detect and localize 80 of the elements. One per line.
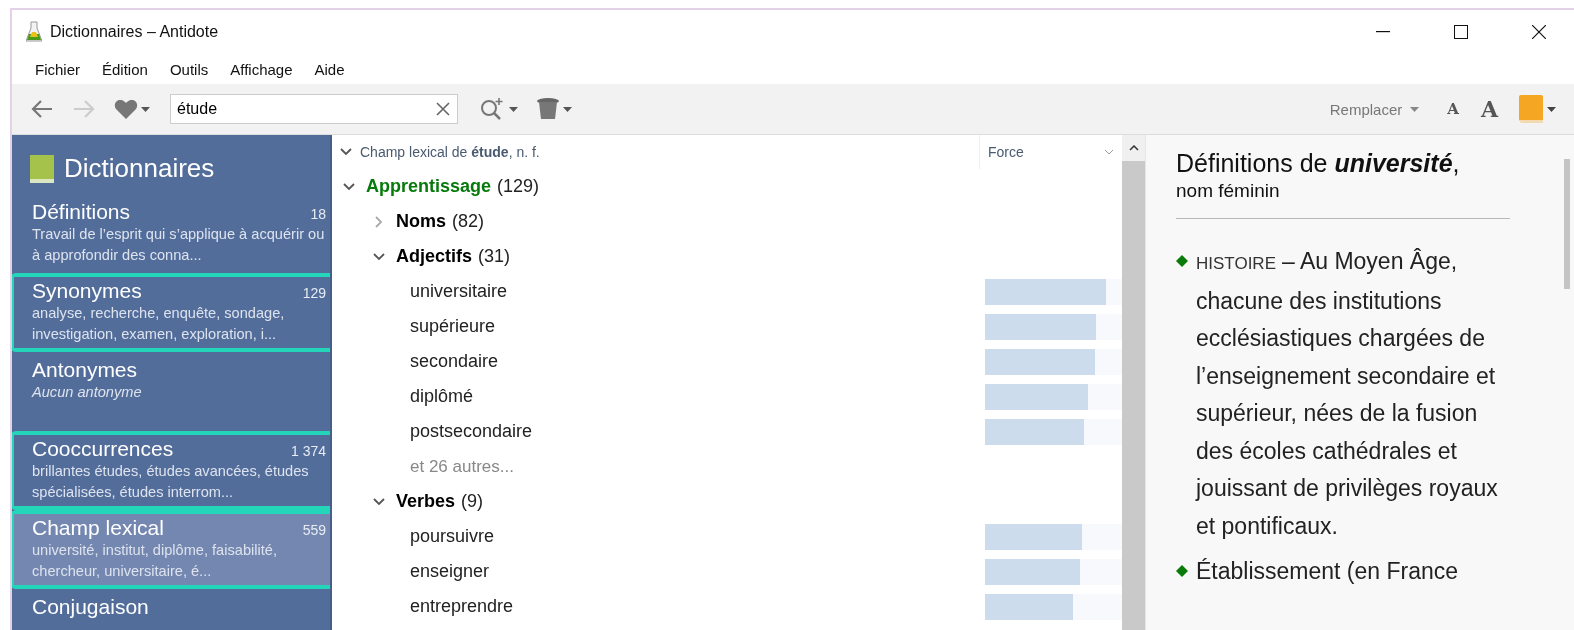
chevron-right-icon[interactable]	[375, 215, 383, 228]
maximize-icon	[1454, 25, 1468, 39]
smaller-text-button[interactable]: A	[1439, 100, 1467, 118]
menu-item[interactable]: Aide	[303, 60, 356, 78]
count-text: (82)	[452, 211, 485, 232]
heart-icon	[114, 98, 138, 120]
larger-text-button[interactable]: A	[1472, 96, 1506, 122]
caret-icon	[563, 106, 572, 112]
definition-text: HISTOIRE – Au Moyen Âge, chacune des institutions ecclésiastiques chargées de l’enseignement secondaire et supérieur, nées de la fusion des écoles cathédrales et jouissant de privilèges royaux et pontificaux.	[1196, 247, 1499, 541]
item-summary: Aucun antonyme	[32, 383, 143, 402]
item-count: 129	[302, 285, 326, 301]
item-summary: Travail de l’esprit qui s’applique à acquérir ou à approfondir des conna...	[32, 225, 326, 265]
item-label: Antonymes	[32, 358, 138, 382]
item-label: Définitions	[32, 200, 131, 224]
word-link[interactable]: supérieure	[410, 316, 496, 337]
close-icon	[1532, 25, 1546, 39]
scroll-up-icon[interactable]	[1128, 145, 1139, 151]
caret-icon	[509, 106, 518, 112]
word-link[interactable]: diplômé	[410, 386, 474, 407]
sidebar-item[interactable]: Cooccurrences 1 374 brillantes études, études avancées, études spécialisées, études interrom...	[14, 435, 330, 506]
definition-text: Établissement (en France	[1196, 557, 1460, 586]
item-summary: brillantes études, études avancées, études spécialisées, études interrom...	[32, 462, 310, 502]
word-link[interactable]: enseigner	[410, 561, 490, 582]
diamond-icon	[1176, 565, 1188, 577]
menu-item[interactable]: Fichier	[24, 60, 91, 78]
category-label[interactable]: Verbes	[396, 491, 456, 512]
arrow-left-icon	[30, 99, 54, 119]
sidebar-item[interactable]: Synonymes 129 analyse, recherche, enquête, sondage, investigation, examen, exploration, i...	[14, 277, 330, 348]
window-title: Dictionnaires – Antidote	[50, 23, 220, 41]
bin-icon	[536, 97, 560, 121]
book-icon	[1518, 94, 1544, 124]
item-summary: université, institut, diplôme, faisabilité, chercheur, universitaire, é...	[32, 541, 278, 581]
word-link[interactable]: entreprendre	[410, 596, 514, 617]
sort-icon[interactable]	[1104, 149, 1114, 155]
item-label: Champ lexical	[32, 516, 164, 540]
more-link[interactable]: et 26 autres...	[410, 456, 514, 477]
diamond-icon	[1176, 255, 1188, 267]
caret-icon	[1410, 106, 1420, 112]
sidebar-title: Dictionnaires	[64, 153, 215, 184]
count-text: (9)	[461, 491, 484, 512]
column-header[interactable]: Force	[988, 144, 1024, 160]
replace-button[interactable]: Remplacer	[1323, 99, 1426, 119]
minimize-icon	[1376, 31, 1390, 33]
item-count: 18	[310, 206, 326, 222]
item-label: Synonymes	[32, 279, 142, 303]
item-label: Cooccurrences	[32, 437, 174, 461]
list-heading: Champ lexical de étude, n. f.	[360, 144, 540, 160]
scrollbar[interactable]	[1122, 135, 1145, 630]
menu-item[interactable]: Outils	[158, 60, 220, 78]
caret-icon	[1547, 106, 1556, 112]
menu-item[interactable]: Affichage	[219, 60, 304, 78]
menu-item[interactable]: Édition	[91, 60, 159, 78]
word-link[interactable]: universitaire	[410, 281, 508, 302]
theme-label[interactable]: Apprentissage	[366, 176, 492, 197]
definition-heading: Définitions de université,	[1176, 149, 1461, 178]
sidebar-item[interactable]: Champ lexical 559 université, institut, diplôme, faisabilité, chercheur, universitaire, é...	[14, 514, 330, 585]
category-label[interactable]: Adjectifs	[396, 246, 473, 267]
scrollbar[interactable]	[1560, 135, 1574, 630]
search-field[interactable]: étude	[170, 94, 458, 124]
clear-icon[interactable]	[436, 102, 450, 116]
caret-icon	[141, 106, 150, 112]
category-label[interactable]: Noms	[396, 211, 446, 232]
chevron-down-icon[interactable]	[343, 182, 355, 191]
count-text: (129)	[497, 176, 540, 197]
flask-icon	[26, 21, 42, 43]
chevron-down-icon[interactable]	[373, 497, 385, 506]
word-link[interactable]: postsecondaire	[410, 421, 533, 442]
arrow-right-icon	[72, 99, 96, 119]
item-count: 559	[302, 522, 326, 538]
word-link[interactable]: poursuivre	[410, 526, 495, 547]
count-text: (31)	[478, 246, 511, 267]
item-count: 1 374	[290, 443, 326, 459]
book-icon	[30, 154, 54, 183]
magnifier-plus-icon	[480, 97, 506, 121]
part-of-speech: nom féminin	[1176, 180, 1281, 202]
item-summary: analyse, recherche, enquête, sondage, investigation, examen, exploration, i...	[32, 304, 286, 344]
word-link[interactable]: secondaire	[410, 351, 499, 372]
item-label: Conjugaison	[32, 595, 149, 619]
chevron-down-icon[interactable]	[340, 148, 352, 156]
chevron-down-icon[interactable]	[373, 252, 385, 261]
